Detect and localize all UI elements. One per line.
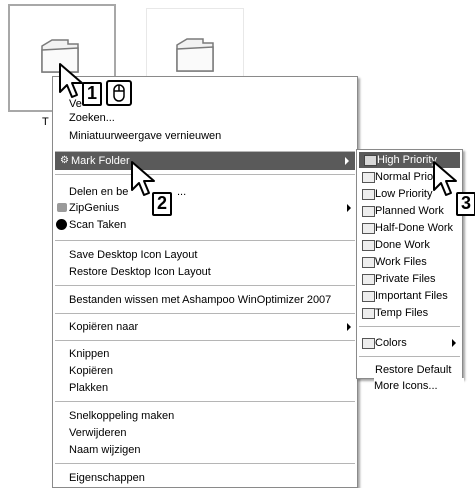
submenu-separator [359, 356, 460, 357]
mark-folder-icon: ⚙ [60, 155, 69, 166]
submenu-item-colors[interactable]: Colors [357, 335, 462, 351]
menu-item-properties[interactable]: Eigenschappen [53, 469, 357, 487]
menu-item-cut[interactable]: Knippen [53, 345, 357, 363]
folder-icon [364, 155, 377, 166]
menu-separator [55, 401, 355, 402]
menu-item-restore-layout[interactable]: Restore Desktop Icon Layout [53, 263, 357, 281]
submenu-arrow-icon [345, 157, 349, 165]
submenu-item-more-icons[interactable]: More Icons... [374, 378, 464, 394]
folder-icon [362, 206, 375, 217]
submenu-item-temp-files[interactable]: Temp Files [357, 305, 462, 321]
folder-icon [362, 291, 375, 302]
folder-icon [362, 189, 375, 200]
menu-item-save-layout[interactable]: Save Desktop Icon Layout [53, 246, 357, 264]
folder-icon [362, 274, 375, 285]
callout-badge-3: 3 [456, 192, 475, 216]
menu-separator [55, 174, 355, 175]
submenu-item-restore-default[interactable]: Restore Default [375, 362, 462, 378]
mouse-icon [106, 80, 132, 106]
folder-icon [362, 172, 375, 183]
folder-icon [362, 308, 375, 319]
submenu-item-work-files[interactable]: Work Files [357, 254, 462, 270]
menu-item-create-shortcut[interactable]: Snelkoppeling maken [53, 407, 357, 425]
submenu-arrow-icon [347, 323, 351, 331]
menu-item-zipgenius[interactable]: ZipGenius [53, 199, 357, 217]
submenu-arrow-icon [452, 339, 456, 347]
submenu-item-private-files[interactable]: Private Files [357, 271, 462, 287]
menu-separator [55, 285, 355, 286]
menu-item-delete[interactable]: Verwijderen [53, 424, 357, 442]
menu-item-search[interactable]: Zoeken... [53, 109, 357, 127]
submenu-separator [359, 326, 460, 327]
submenu-item-important-files[interactable]: Important Files [357, 288, 462, 304]
folder-icon [362, 338, 375, 349]
menu-item-paste[interactable]: Plakken [53, 379, 357, 397]
callout-badge-2: 2 [152, 192, 172, 216]
menu-item-refresh-thumbnail[interactable]: Miniatuurweergave vernieuwen [53, 127, 357, 145]
folder-icon [176, 38, 214, 72]
menu-item-ashampoo[interactable]: Bestanden wissen met Ashampoo WinOptimiz… [53, 291, 357, 309]
menu-item-scan[interactable]: Scan Taken [53, 216, 357, 234]
menu-separator [55, 340, 355, 341]
submenu-arrow-icon [347, 204, 351, 212]
context-menu: Ve Zoeken... Miniatuurweergave vernieuwe… [52, 76, 358, 488]
submenu-item-planned-work[interactable]: Planned Work [357, 203, 462, 219]
submenu-item-half-done-work[interactable]: Half-Done Work [357, 220, 462, 236]
menu-item-copy-to[interactable]: Kopiëren naar [53, 318, 357, 336]
scan-icon [56, 219, 67, 230]
folder-label: T [42, 116, 49, 128]
menu-separator [55, 313, 355, 314]
zipgenius-icon [57, 203, 67, 212]
menu-item-copy[interactable]: Kopiëren [53, 362, 357, 380]
menu-item-mark-folder[interactable]: ⚙ Mark Folder [55, 152, 355, 170]
folder-icon [362, 223, 375, 234]
submenu-item-done-work[interactable]: Done Work [357, 237, 462, 253]
callout-badge-1: 1 [82, 82, 102, 106]
menu-separator [55, 240, 355, 241]
menu-item-rename[interactable]: Naam wijzigen [53, 441, 357, 459]
menu-separator [55, 463, 355, 464]
folder-icon [362, 257, 375, 268]
folder-icon [362, 240, 375, 251]
